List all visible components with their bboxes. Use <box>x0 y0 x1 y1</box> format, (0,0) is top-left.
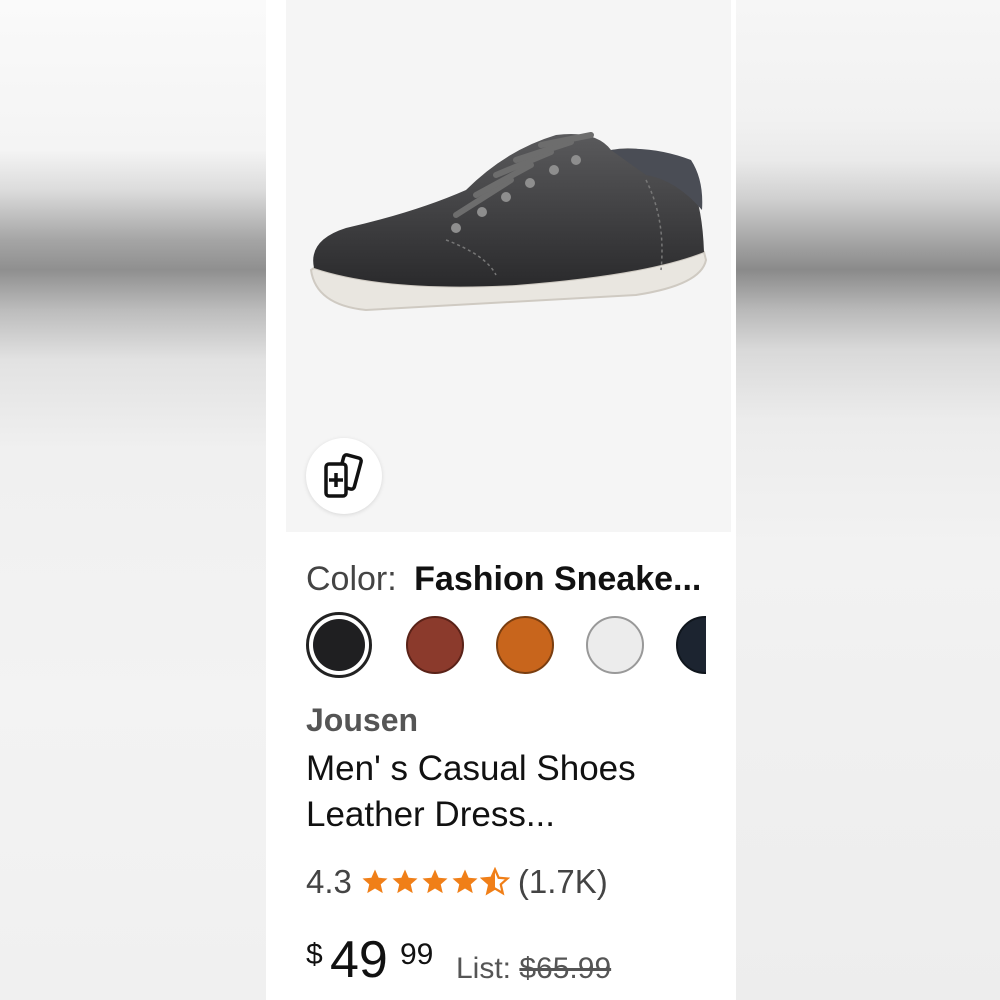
product-image-area[interactable] <box>286 0 731 532</box>
blurred-backdrop-right <box>736 0 1000 1000</box>
price-cents: 99 <box>400 938 434 971</box>
color-selector-label: Color: Fashion Sneake... <box>306 560 736 604</box>
star-icon <box>422 869 448 894</box>
review-count[interactable]: (1.7K) <box>518 863 608 901</box>
swatch-tan[interactable] <box>496 616 554 674</box>
product-title-line1: Men' s Casual Shoes <box>306 749 636 788</box>
list-label: List: <box>456 952 512 985</box>
star-icon <box>392 869 418 894</box>
swatch-navy[interactable] <box>676 616 706 674</box>
color-label: Color: <box>306 560 397 598</box>
price-whole: 49 <box>330 931 388 989</box>
rating-row[interactable]: 4.3 (1.7K) <box>306 860 608 904</box>
rating-value: 4.3 <box>306 863 352 900</box>
swatch-brown[interactable] <box>406 616 464 674</box>
half-star-icon <box>479 867 510 896</box>
product-image-sneaker <box>309 132 708 312</box>
product-card[interactable]: Color: Fashion Sneake... Jousen Men' s C… <box>266 0 736 1000</box>
compare-button[interactable] <box>306 438 382 514</box>
star-rating <box>360 867 510 897</box>
compare-cards-icon <box>324 453 363 498</box>
price-currency: $ <box>306 938 323 971</box>
brand-name[interactable]: Jousen <box>306 702 418 739</box>
product-title-line2: Leather Dress... <box>306 795 555 834</box>
color-swatches <box>306 612 706 680</box>
list-price-value: $65.99 <box>519 952 612 985</box>
star-icon <box>452 869 478 894</box>
star-icon <box>362 869 388 894</box>
color-value: Fashion Sneake... <box>414 560 702 598</box>
blurred-backdrop-left <box>0 0 266 1000</box>
swatch-white[interactable] <box>586 616 644 674</box>
swatch-black[interactable] <box>306 612 372 678</box>
list-price: List: $65.99 <box>456 952 611 986</box>
product-title[interactable]: Men' s Casual Shoes Leather Dress... <box>306 746 716 838</box>
